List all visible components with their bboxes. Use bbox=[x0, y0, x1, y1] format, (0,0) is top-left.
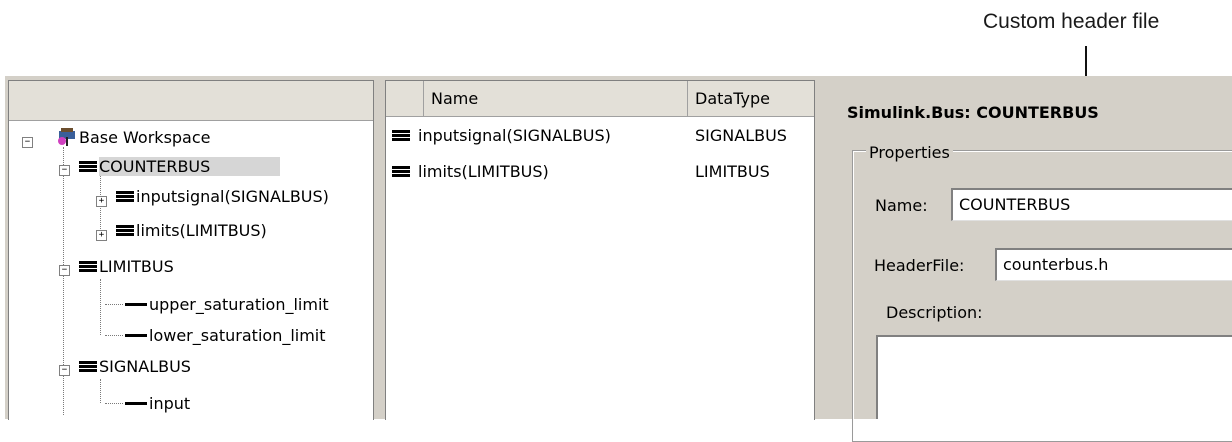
tree-item-upper-saturation-limit[interactable]: upper_saturation_limit bbox=[125, 291, 329, 317]
properties-group-label: Properties bbox=[866, 143, 953, 162]
list-header: Name DataType bbox=[386, 81, 814, 117]
list-item-name: inputsignal(SIGNALBUS) bbox=[418, 125, 611, 145]
tree-item-label: upper_saturation_limit bbox=[149, 294, 329, 314]
column-header-datatype[interactable]: DataType bbox=[687, 81, 813, 116]
collapse-toggle[interactable]: − bbox=[59, 265, 70, 276]
column-header-name[interactable]: Name bbox=[423, 81, 687, 116]
list-item-datatype: SIGNALBUS bbox=[695, 125, 787, 145]
signal-element-icon bbox=[125, 333, 147, 337]
element-list-pane: Name DataType inputsignal(SIGNALBUS) SIG… bbox=[385, 80, 815, 420]
bus-element-icon bbox=[392, 165, 410, 177]
expand-toggle[interactable]: + bbox=[96, 230, 107, 241]
name-label: Name: bbox=[875, 196, 928, 215]
description-label: Description: bbox=[886, 303, 983, 322]
tree-header bbox=[9, 81, 373, 121]
list-item-name: limits(LIMITBUS) bbox=[418, 161, 549, 181]
tree-connector bbox=[100, 379, 101, 403]
tree-item-label: limits(LIMITBUS) bbox=[136, 220, 267, 240]
tree-item-label: lower_saturation_limit bbox=[149, 325, 326, 345]
expand-toggle[interactable]: + bbox=[96, 196, 107, 207]
tree-item-label: LIMITBUS bbox=[99, 256, 174, 276]
workspace-icon bbox=[57, 127, 77, 147]
tree-item-label: input bbox=[149, 393, 191, 413]
tree-item-label: inputsignal(SIGNALBUS) bbox=[136, 186, 329, 206]
tree-item-limits[interactable]: limits(LIMITBUS) bbox=[116, 217, 267, 243]
list-item-datatype: LIMITBUS bbox=[695, 161, 770, 181]
tree-connector bbox=[105, 335, 123, 336]
bus-icon bbox=[79, 360, 97, 372]
tree-item-label: COUNTERBUS bbox=[99, 156, 281, 176]
custom-header-file-annotation: Custom header file bbox=[983, 10, 1160, 33]
description-field[interactable] bbox=[876, 335, 1232, 419]
tree-item-lower-saturation-limit[interactable]: lower_saturation_limit bbox=[125, 322, 326, 348]
signal-element-icon bbox=[125, 401, 147, 405]
bus-icon bbox=[79, 260, 97, 272]
tree-connector bbox=[105, 304, 123, 305]
tree-item-limitbus[interactable]: LIMITBUS bbox=[79, 253, 174, 279]
tree-item-inputsignal[interactable]: inputsignal(SIGNALBUS) bbox=[116, 183, 329, 209]
collapse-toggle[interactable]: − bbox=[59, 165, 70, 176]
tree-item-signalbus[interactable]: SIGNALBUS bbox=[79, 353, 191, 379]
tree-item-counterbus[interactable]: COUNTERBUS bbox=[79, 153, 281, 179]
hierarchy-tree-pane: − Base Workspace − COUNTERBUS + inputsig… bbox=[8, 80, 374, 420]
bus-icon bbox=[79, 160, 97, 172]
collapse-toggle[interactable]: − bbox=[59, 365, 70, 376]
tree-item-label: Base Workspace bbox=[79, 127, 211, 147]
signal-element-icon bbox=[125, 302, 147, 306]
collapse-toggle[interactable]: − bbox=[22, 137, 33, 148]
tree-connector bbox=[105, 403, 123, 404]
tree-item-label: SIGNALBUS bbox=[99, 356, 191, 376]
headerfile-field[interactable]: counterbus.h bbox=[995, 248, 1232, 281]
headerfile-label: HeaderFile: bbox=[874, 256, 965, 275]
tree-item-base-workspace[interactable]: Base Workspace bbox=[57, 124, 211, 150]
bus-element-icon bbox=[116, 190, 134, 202]
properties-title: Simulink.Bus: COUNTERBUS bbox=[847, 103, 1099, 122]
list-item[interactable]: inputsignal(SIGNALBUS) SIGNALBUS bbox=[386, 121, 814, 149]
tree-connector bbox=[100, 279, 101, 335]
tree-item-input[interactable]: input bbox=[125, 390, 190, 416]
bus-element-icon bbox=[392, 129, 410, 141]
bus-element-icon bbox=[116, 224, 134, 236]
list-item[interactable]: limits(LIMITBUS) LIMITBUS bbox=[386, 157, 814, 185]
name-field[interactable]: COUNTERBUS bbox=[951, 188, 1232, 221]
